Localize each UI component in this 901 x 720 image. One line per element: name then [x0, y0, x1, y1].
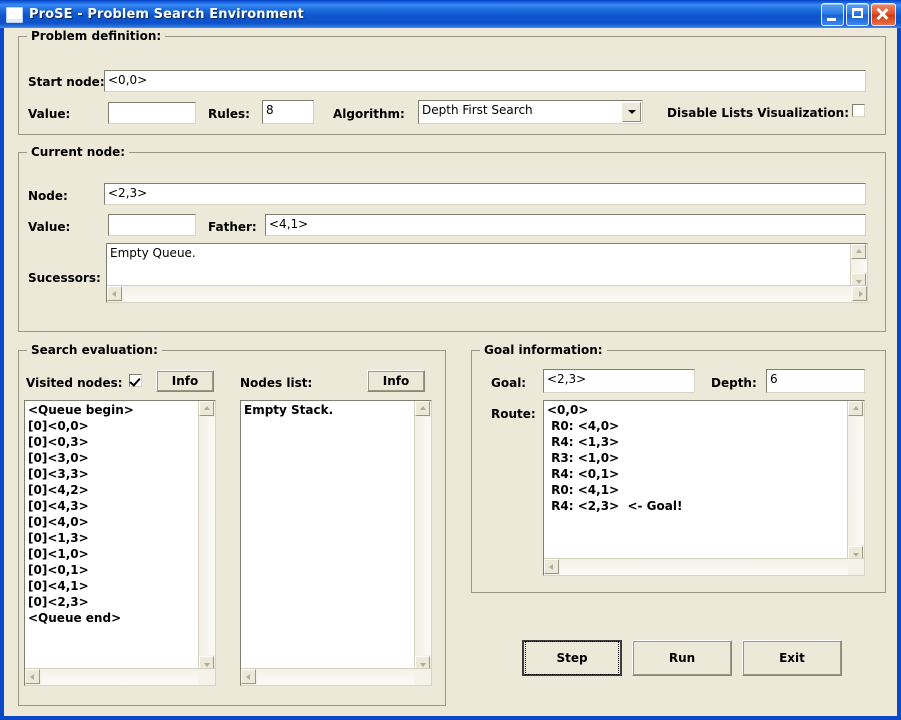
scrollbar-track[interactable]	[199, 417, 215, 655]
scrollbar-corner	[199, 669, 215, 685]
application-window: ProSE - Problem Search Environment Probl…	[0, 0, 901, 720]
step-button[interactable]: Step	[522, 640, 622, 676]
algorithm-select[interactable]: Depth First Search	[418, 100, 643, 124]
app-window-icon	[6, 6, 23, 23]
current-node-legend: Current node:	[27, 145, 130, 159]
sucessors-label: Sucessors:	[28, 271, 101, 285]
title-bar[interactable]: ProSE - Problem Search Environment	[0, 0, 901, 28]
nodes-list-label: Nodes list:	[240, 376, 313, 390]
route-list-content: <0,0> R0: <4,0> R4: <1,3> R3: <1,0> R4: …	[547, 403, 683, 513]
scroll-left-icon[interactable]	[241, 669, 256, 684]
visited-nodes-horizontal-scrollbar[interactable]	[25, 668, 215, 685]
nodes-list-horizontal-scrollbar[interactable]	[241, 668, 431, 685]
exit-button[interactable]: Exit	[742, 640, 842, 676]
visited-nodes-vertical-scrollbar[interactable]	[198, 401, 215, 671]
algorithm-selected-value: Depth First Search	[422, 103, 533, 117]
scrollbar-track[interactable]	[123, 286, 851, 302]
problem-value-input[interactable]	[108, 102, 196, 124]
window-controls	[821, 3, 896, 26]
scrollbar-track[interactable]	[851, 260, 867, 272]
algorithm-label: Algorithm:	[333, 107, 405, 121]
current-value-input[interactable]	[108, 214, 196, 236]
nodes-list-info-button[interactable]: Info	[367, 370, 425, 392]
maximize-button[interactable]	[846, 3, 869, 26]
scroll-left-icon[interactable]	[25, 669, 40, 684]
visited-nodes-info-button[interactable]: Info	[156, 370, 214, 392]
scroll-left-icon[interactable]	[544, 559, 559, 574]
sucessors-textarea[interactable]: Empty Queue.	[106, 243, 868, 303]
problem-definition-legend: Problem definition:	[27, 29, 166, 43]
scroll-up-icon[interactable]	[851, 244, 866, 259]
start-node-label: Start node:	[28, 75, 105, 89]
minimize-icon	[827, 18, 836, 21]
run-button[interactable]: Run	[632, 640, 732, 676]
scroll-up-icon[interactable]	[848, 401, 863, 416]
route-horizontal-scrollbar[interactable]	[544, 558, 864, 575]
sucessors-horizontal-scrollbar[interactable]	[107, 285, 867, 302]
client-area: Problem definition: Start node: <0,0> Va…	[4, 28, 897, 716]
visited-nodes-label: Visited nodes:	[26, 376, 123, 390]
nodes-list-content: Empty Stack.	[244, 403, 334, 417]
chevron-down-icon[interactable]	[622, 102, 641, 122]
sucessors-text: Empty Queue.	[110, 246, 196, 260]
rules-input[interactable]: 8	[262, 100, 314, 124]
scroll-left-icon[interactable]	[107, 286, 122, 301]
minimize-button[interactable]	[821, 3, 844, 26]
close-button[interactable]	[871, 3, 896, 26]
depth-input[interactable]: 6	[766, 369, 865, 393]
value-label: Value:	[28, 107, 71, 121]
scroll-up-icon[interactable]	[415, 401, 430, 416]
visited-nodes-list-content: <Queue begin> [0]<0,0> [0]<0,3> [0]<3,0>…	[28, 403, 134, 625]
goal-label: Goal:	[491, 376, 527, 390]
route-list[interactable]: <0,0> R0: <4,0> R4: <1,3> R3: <1,0> R4: …	[543, 400, 865, 576]
father-input[interactable]: <4,1>	[265, 214, 866, 236]
scroll-right-icon[interactable]	[852, 286, 867, 301]
visited-nodes-list[interactable]: <Queue begin> [0]<0,0> [0]<0,3> [0]<3,0>…	[24, 400, 216, 686]
sucessors-vertical-scrollbar[interactable]	[850, 244, 867, 288]
scrollbar-track[interactable]	[257, 669, 415, 685]
disable-lists-visualization-checkbox[interactable]	[852, 104, 865, 117]
search-evaluation-legend: Search evaluation:	[27, 343, 162, 357]
route-label: Route:	[491, 407, 536, 421]
scrollbar-track[interactable]	[41, 669, 199, 685]
goal-input[interactable]: <2,3>	[543, 369, 695, 393]
visited-nodes-checkbox[interactable]	[129, 374, 142, 387]
maximize-icon	[852, 8, 863, 18]
scrollbar-corner	[415, 669, 431, 685]
scrollbar-track[interactable]	[848, 417, 864, 545]
nodes-list-vertical-scrollbar[interactable]	[414, 401, 431, 671]
node-label: Node:	[28, 189, 68, 203]
goal-information-legend: Goal information:	[480, 343, 607, 357]
current-node-input[interactable]: <2,3>	[104, 183, 866, 205]
scrollbar-track[interactable]	[415, 417, 431, 655]
window-title: ProSE - Problem Search Environment	[29, 7, 304, 22]
father-label: Father:	[208, 220, 257, 234]
disable-lists-visualization-label: Disable Lists Visualization:	[667, 106, 850, 120]
depth-label: Depth:	[711, 376, 757, 390]
scrollbar-corner	[848, 559, 864, 575]
step-button-label: Step	[525, 641, 619, 675]
nodes-list[interactable]: Empty Stack.	[240, 400, 432, 686]
current-value-label: Value:	[28, 220, 71, 234]
start-node-input[interactable]: <0,0>	[104, 70, 866, 92]
route-vertical-scrollbar[interactable]	[847, 401, 864, 561]
rules-label: Rules:	[208, 107, 250, 121]
current-node-group: Current node:	[18, 145, 886, 332]
scrollbar-track[interactable]	[560, 559, 848, 575]
scroll-up-icon[interactable]	[199, 401, 214, 416]
